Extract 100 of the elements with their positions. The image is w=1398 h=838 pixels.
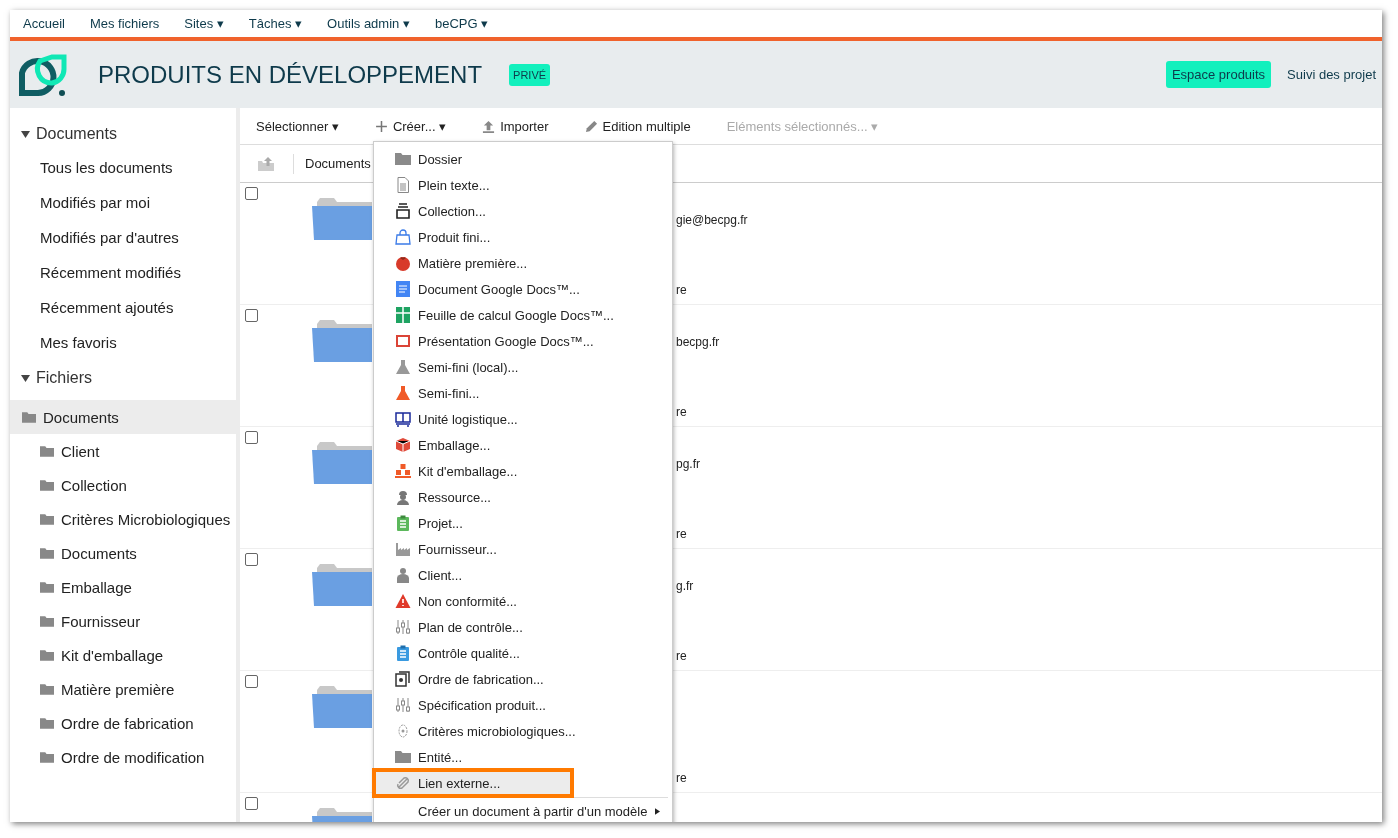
folder-icon — [40, 683, 54, 695]
nav-link[interactable]: Outils admin ▾ — [327, 16, 410, 31]
nav-link[interactable]: Accueil — [23, 16, 65, 31]
flask-icon — [395, 359, 411, 375]
document-icon — [395, 177, 411, 193]
presentation-icon — [395, 333, 411, 349]
tree-item[interactable]: Documents — [10, 536, 236, 570]
nav-link[interactable]: Mes fichiers — [89, 16, 160, 31]
spreadsheet-icon — [395, 307, 411, 323]
menu-item[interactable]: Créer un document à partir d'un modèle — [374, 798, 672, 822]
menu-item[interactable]: Unité logistique... — [374, 406, 672, 432]
row-checkbox[interactable] — [245, 797, 258, 810]
nav-link[interactable]: beCPG ▾ — [434, 16, 489, 31]
row-text: re — [676, 405, 687, 419]
caret-icon — [21, 129, 30, 139]
flask-icon — [395, 385, 411, 401]
menu-item[interactable]: Emballage... — [374, 432, 672, 458]
sliders-icon — [395, 697, 411, 713]
menu-item[interactable]: Document Google Docs™... — [374, 276, 672, 302]
sliders-icon — [395, 619, 411, 635]
section-header[interactable]: Fichiers — [10, 366, 236, 390]
link-icon — [395, 775, 411, 791]
row-text: re — [676, 527, 687, 541]
row-checkbox[interactable] — [245, 431, 258, 444]
toolbar-button[interactable]: Importer — [478, 116, 553, 136]
factory-icon — [395, 541, 411, 557]
row-checkbox[interactable] — [245, 187, 258, 200]
menu-item[interactable]: Produit fini... — [374, 224, 672, 250]
row-text: re — [676, 283, 687, 297]
row-text: becpg.fr — [676, 335, 720, 349]
sidebar-item[interactable]: Mes favoris — [10, 331, 236, 366]
boxes-icon — [395, 463, 411, 479]
clipboard-icon — [395, 645, 411, 661]
tree-item[interactable]: Critères Microbiologiques — [10, 502, 236, 536]
site-title: PRODUITS EN DÉVELOPPEMENT — [98, 60, 483, 89]
section-header[interactable]: Documents — [10, 122, 236, 146]
tree-item[interactable]: Ordre de fabrication — [10, 706, 236, 740]
menu-item[interactable]: Contrôle qualité... — [374, 640, 672, 666]
row-checkbox[interactable] — [245, 553, 258, 566]
folder-icon — [40, 649, 54, 661]
menu-item[interactable]: Spécification produit... — [374, 692, 672, 718]
row-checkbox[interactable] — [245, 309, 258, 322]
pencil-icon — [584, 119, 598, 133]
person-icon — [395, 567, 411, 583]
upload-icon — [482, 119, 496, 133]
menu-item[interactable]: Ressource... — [374, 484, 672, 510]
toolbar-button[interactable]: Créer... ▾ — [370, 116, 451, 136]
toolbar-button[interactable]: Sélectionner ▾ — [252, 116, 343, 136]
clipboard-icon — [395, 515, 411, 531]
folder-icon — [22, 411, 36, 423]
folder-icon — [40, 513, 54, 525]
menu-item[interactable]: Lien externe... — [374, 770, 572, 796]
tree-item[interactable]: Documents — [10, 400, 236, 434]
menu-item[interactable]: Fournisseur... — [374, 536, 672, 562]
microbe-icon — [395, 723, 411, 739]
sidebar-item[interactable]: Récemment modifiés — [10, 261, 236, 296]
menu-item[interactable]: Semi-fini (local)... — [374, 354, 672, 380]
row-text: g.fr — [676, 579, 694, 593]
tree-item[interactable]: Ordre de modification — [10, 740, 236, 774]
folder-icon — [40, 615, 54, 627]
worker-icon — [395, 489, 411, 505]
menu-item[interactable]: Critères microbiologiques... — [374, 718, 672, 744]
menu-item[interactable]: Plan de contrôle... — [374, 614, 672, 640]
menu-item[interactable]: Entité... — [374, 744, 672, 770]
sidebar-item[interactable]: Modifiés par d'autres — [10, 226, 236, 261]
toolbar-button[interactable]: Edition multiple — [580, 116, 695, 136]
menu-item[interactable]: Semi-fini... — [374, 380, 672, 406]
header-link[interactable]: Suivi des projet — [1281, 61, 1382, 88]
menu-item[interactable]: Plein texte... — [374, 172, 672, 198]
nav-link[interactable]: Tâches ▾ — [248, 16, 303, 31]
tree-item[interactable]: Collection — [10, 468, 236, 502]
folder-icon — [40, 581, 54, 593]
pages-icon — [395, 671, 411, 687]
tree-item[interactable]: Fournisseur — [10, 604, 236, 638]
nav-link[interactable]: Sites ▾ — [184, 16, 224, 31]
breadcrumb[interactable]: Documents — [305, 156, 371, 171]
folder-icon — [40, 445, 54, 457]
tree-item[interactable]: Client — [10, 434, 236, 468]
tree-item[interactable]: Matière première — [10, 672, 236, 706]
tree-item[interactable]: Kit d'emballage — [10, 638, 236, 672]
row-checkbox[interactable] — [245, 675, 258, 688]
menu-item[interactable]: Kit d'emballage... — [374, 458, 672, 484]
sidebar-item[interactable]: Modifiés par moi — [10, 191, 236, 226]
menu-item[interactable]: Client... — [374, 562, 672, 588]
menu-item[interactable]: Ordre de fabrication... — [374, 666, 672, 692]
menu-item[interactable]: Feuille de calcul Google Docs™... — [374, 302, 672, 328]
menu-item[interactable]: Présentation Google Docs™... — [374, 328, 672, 354]
folder-icon — [395, 749, 411, 765]
menu-item[interactable]: Dossier — [374, 146, 672, 172]
header-link[interactable]: Espace produits — [1165, 61, 1272, 88]
folder-icon — [395, 151, 411, 167]
sidebar-item[interactable]: Récemment ajoutés — [10, 296, 236, 331]
row-text: pg.fr — [676, 457, 700, 471]
plus-icon — [374, 119, 388, 133]
menu-item[interactable]: Non conformité... — [374, 588, 672, 614]
menu-item[interactable]: Matière première... — [374, 250, 672, 276]
menu-item[interactable]: Collection... — [374, 198, 672, 224]
menu-item[interactable]: Projet... — [374, 510, 672, 536]
tree-item[interactable]: Emballage — [10, 570, 236, 604]
sidebar-item[interactable]: Tous les documents — [10, 156, 236, 191]
